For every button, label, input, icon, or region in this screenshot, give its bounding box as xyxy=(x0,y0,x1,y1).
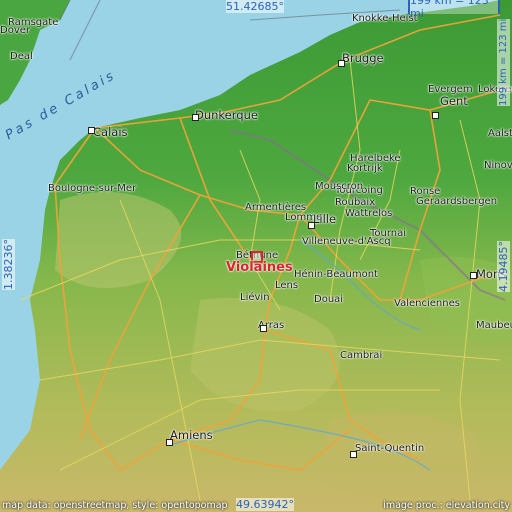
city-label[interactable]: Deal xyxy=(10,51,33,62)
city-label[interactable]: Boulogne-sur-Mer xyxy=(48,183,136,194)
city-label[interactable]: Valenciennes xyxy=(394,298,460,309)
city-label[interactable]: Calais xyxy=(93,126,128,139)
city-label[interactable]: Ninove xyxy=(484,160,512,171)
city-dot xyxy=(192,114,199,121)
city-label[interactable]: Mouscron xyxy=(315,181,363,192)
city-label[interactable]: Tournai xyxy=(370,228,406,239)
city-label[interactable]: Douai xyxy=(314,294,343,305)
city-label[interactable]: Kortrijk xyxy=(347,163,383,174)
city-label[interactable]: Dunkerque xyxy=(195,109,258,122)
city-label[interactable]: Lille xyxy=(313,213,336,226)
credit-right: image proc.: elevation.city xyxy=(383,500,510,511)
city-dot xyxy=(350,451,357,458)
city-dot xyxy=(432,112,439,119)
city-label[interactable]: Brugge xyxy=(342,52,384,65)
city-label[interactable]: Liévin xyxy=(240,292,270,303)
city-label[interactable]: Gent xyxy=(440,95,468,108)
city-dot xyxy=(166,439,173,446)
scale-bar-top: 199 km = 123 mi xyxy=(408,0,500,20)
city-label[interactable]: Cambrai xyxy=(340,350,382,361)
city-label[interactable]: Saint-Quentin xyxy=(355,443,424,454)
city-label[interactable]: Knokke-Heist xyxy=(352,13,418,24)
credit-left: map data: openstreetmap, style: opentopo… xyxy=(2,500,228,511)
scale-bar-right: 199 km = 123 mi xyxy=(497,18,510,106)
city-dot xyxy=(470,272,477,279)
coord-bottom: 49.63942° xyxy=(236,498,294,511)
city-dot xyxy=(260,325,267,332)
city-label[interactable]: Wattrelos xyxy=(345,208,392,219)
city-dot xyxy=(88,127,95,134)
map-view[interactable]: Pas de Calais Ramsgate Deal Dover Knokke-He… xyxy=(0,0,512,512)
target-label: Violaines xyxy=(226,260,293,275)
city-label[interactable]: Amiens xyxy=(170,429,213,442)
city-label[interactable]: Aalst xyxy=(488,128,512,139)
coord-top: 51.42685° xyxy=(226,0,284,13)
city-label[interactable]: Dover xyxy=(0,25,30,36)
coord-right: 4.19485° xyxy=(497,241,510,292)
city-label[interactable]: Geraardsbergen xyxy=(416,196,497,207)
hills-south xyxy=(320,412,482,503)
city-label[interactable]: Hénin-Beaumont xyxy=(294,269,378,280)
city-label[interactable]: Lens xyxy=(275,280,298,291)
city-label[interactable]: Roubaix xyxy=(335,197,375,208)
city-dot xyxy=(308,222,315,229)
city-label[interactable]: Maubeuge xyxy=(476,320,512,331)
city-dot xyxy=(338,60,345,67)
coord-left: 1.38236° xyxy=(2,239,15,290)
